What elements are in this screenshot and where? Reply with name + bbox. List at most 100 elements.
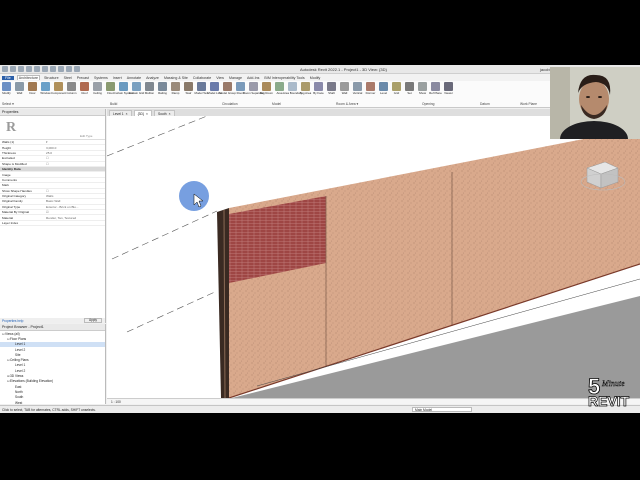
ribbon-panel-label[interactable]: Circulation [222,102,238,106]
ribbon-tab[interactable]: Analyze [145,76,160,80]
tool-label: Dormer [365,91,376,95]
ribbon-tab[interactable]: Manage [228,76,243,80]
redo-icon[interactable] [34,66,40,72]
property-value[interactable]: 25.0 [46,151,105,155]
ribbon-tab[interactable]: Collaborate [192,76,212,80]
ribbon-tool-button[interactable]: Vertical [351,82,364,95]
ribbon-tool-button[interactable]: Level [377,82,390,95]
tool-label: Ramp [171,91,180,95]
view-tab-label: South [157,111,167,116]
ribbon-tool-button[interactable]: Dormer [364,82,377,95]
ribbon-tab[interactable]: Precast [76,76,90,80]
text-icon[interactable] [58,66,64,72]
property-row[interactable]: Layer Index [0,221,105,227]
webcam-overlay [550,67,640,139]
ribbon-panel-label[interactable]: Opening [422,102,434,106]
ribbon-tool-button[interactable]: Component [51,82,66,95]
undo-icon[interactable] [26,66,32,72]
save-icon[interactable] [18,66,24,72]
property-value[interactable]: ☑ [46,210,105,214]
ribbon-tool-button[interactable]: Model Text [195,82,208,95]
ribbon-tab[interactable]: View [215,76,225,80]
ribbon-tab[interactable]: Add-Ins [246,76,260,80]
tool-icon [379,82,388,91]
ribbon-tool-button[interactable]: Show [416,82,429,95]
ribbon-panel-label[interactable]: Datum [480,102,490,106]
properties-help-link[interactable]: Properties help [2,319,23,323]
ribbon-tab[interactable]: Architecture [16,75,40,80]
close-icon[interactable]: × [146,112,148,116]
active-model-select[interactable]: Main Model [412,407,472,412]
property-value[interactable]: Basic Wall [46,199,105,203]
project-browser: Project Browser - Project1 ⊟ Views (all) ⊟… [0,324,106,404]
tool-label: Viewer [444,91,453,95]
ribbon-tool-button[interactable]: Shaft [325,82,338,95]
ribbon-tool-button[interactable]: Area Boundary [283,82,302,95]
ribbon-tool-button[interactable]: Model Group [219,82,236,95]
property-value[interactable]: ☐ [46,189,105,193]
ribbon-tool-button[interactable]: Stair [182,82,195,95]
ribbon-tool-button[interactable]: Door [26,82,39,95]
ribbon-tool-button[interactable]: Mullion [143,82,156,95]
property-value[interactable]: ☐ [46,156,105,160]
ribbon-tool-button[interactable]: Wall [13,82,26,95]
ribbon-tool-button[interactable]: Wall [338,82,351,95]
app-menu-icon[interactable] [2,66,8,72]
close-icon[interactable]: × [126,112,128,116]
apply-button[interactable]: Apply [84,318,102,323]
ribbon-panel-label[interactable]: Work Plane [520,102,537,106]
browser-tree-item[interactable]: West [0,400,105,405]
tool-icon [54,82,63,91]
open-icon[interactable] [10,66,16,72]
ribbon-panel-label[interactable]: Select ▾ [2,102,14,106]
ribbon-tool-button[interactable]: Grid [390,82,403,95]
ribbon-tool-button[interactable]: Railing [156,82,169,95]
tool-label: Wall [16,91,23,95]
ribbon-tab[interactable]: Annotate [126,76,142,80]
ribbon-tool-button[interactable]: Viewer [442,82,455,95]
ribbon-tool-button[interactable]: By Face [312,82,325,95]
tool-label: Tag Area [299,91,312,95]
3d-view-icon[interactable] [66,66,72,72]
property-value[interactable]: ☐ [46,162,105,166]
ribbon-tab[interactable]: Massing & Site [163,76,189,80]
ribbon-tool-button[interactable]: Ceiling [91,82,104,95]
ribbon-panel-label[interactable]: Build [110,102,117,106]
view-control-bar: 1 : 100 [107,398,640,404]
ribbon-tool-button[interactable]: Roof [78,82,91,95]
ribbon-tool-button[interactable]: Tag Room [260,82,273,95]
ribbon-tab[interactable]: Structure [43,76,60,80]
tool-label: Roof [81,91,88,95]
window-title: Autodesk Revit 2022.1 - Project1 - 3D Vi… [300,67,387,72]
scale-label[interactable]: 1 : 100 [111,400,121,404]
tool-label: Component [51,91,66,95]
3d-view-canvas[interactable] [107,116,640,398]
print-icon[interactable] [42,66,48,72]
ribbon-tool-button[interactable]: Modify [0,82,13,95]
ribbon-tab[interactable]: Steel [63,76,73,80]
ribbon-tab[interactable]: File [2,75,14,80]
measure-icon[interactable] [50,66,56,72]
section-icon[interactable] [74,66,80,72]
ribbon-tab[interactable]: Insert [112,76,123,80]
type-selector[interactable]: R Edit Type [0,116,105,140]
ribbon-tab[interactable]: Modify [309,76,322,80]
ribbon-tab[interactable]: BIM Interoperability Tools [263,76,305,80]
ribbon-tool-button[interactable]: Tag Area [299,82,312,95]
edit-type-button[interactable]: Edit Type [80,134,92,138]
close-icon[interactable]: × [169,112,171,116]
ribbon-tab[interactable]: Systems [93,76,109,80]
ribbon-tool-button[interactable]: Ref Plane [429,82,442,95]
ribbon-tool-button[interactable]: Column [65,82,78,95]
ribbon-panel-label[interactable]: Room & Area ▾ [336,102,358,106]
property-value[interactable]: Render, Tan, Textured [46,216,105,220]
ribbon-tool-button[interactable]: Room Separator [243,82,264,95]
ribbon-tool-button[interactable]: Curtain Grid [128,82,145,95]
ribbon-panel-label[interactable]: Model [272,102,281,106]
property-value[interactable]: Walls [46,194,105,198]
ribbon-tool-button[interactable]: Ramp [169,82,182,95]
tool-label: Curtain Grid [128,91,145,95]
property-value[interactable]: Exterior - Brick on Blo... [46,205,105,209]
property-value[interactable]: 3,000.0 [46,146,105,150]
ribbon-tool-button[interactable]: Set [403,82,416,95]
